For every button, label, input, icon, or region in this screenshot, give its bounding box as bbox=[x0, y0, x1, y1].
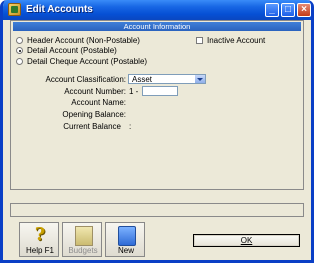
bottom-toolbar: ? Help F1 Budgets New bbox=[19, 222, 146, 257]
new-button[interactable]: New bbox=[105, 222, 145, 257]
inactive-account-label: Inactive Account bbox=[207, 36, 266, 45]
ok-button[interactable]: OK bbox=[193, 234, 300, 247]
account-number-label: Account Number: bbox=[64, 87, 126, 96]
help-button[interactable]: ? Help F1 bbox=[19, 222, 59, 257]
edit-accounts-window: Edit Accounts _ □ × Account Information … bbox=[0, 0, 314, 263]
dropdown-arrow-icon[interactable] bbox=[195, 75, 205, 83]
account-name-label: Account Name: bbox=[71, 98, 126, 107]
header-account-label: Header Account (Non-Postable) bbox=[27, 36, 140, 45]
detail-cheque-account-label: Detail Cheque Account (Postable) bbox=[27, 57, 148, 66]
status-bar bbox=[10, 203, 304, 217]
current-balance-value: : bbox=[129, 122, 132, 131]
budget-document-icon bbox=[75, 226, 93, 246]
account-classification-select[interactable]: Asset bbox=[128, 74, 206, 84]
title-bar[interactable]: Edit Accounts _ □ × bbox=[3, 0, 311, 20]
close-button[interactable]: × bbox=[297, 3, 311, 17]
detail-cheque-account-radio[interactable]: Detail Cheque Account (Postable) bbox=[16, 56, 147, 67]
opening-balance-label: Opening Balance: bbox=[62, 110, 126, 119]
inactive-account-checkbox[interactable]: Inactive Account bbox=[196, 35, 265, 46]
help-label: Help F1 bbox=[25, 246, 54, 255]
app-icon[interactable] bbox=[8, 3, 21, 16]
current-balance-label: Current Balance bbox=[63, 122, 121, 131]
maximize-button[interactable]: □ bbox=[281, 3, 295, 17]
window-title: Edit Accounts bbox=[26, 4, 93, 15]
account-information-panel: Account Information Header Account (Non-… bbox=[10, 20, 304, 190]
question-mark-icon: ? bbox=[34, 224, 46, 245]
account-number-prefix: 1 - bbox=[129, 87, 139, 96]
radio-button-icon[interactable] bbox=[16, 58, 23, 65]
new-account-icon bbox=[118, 226, 136, 246]
checkbox-icon[interactable] bbox=[196, 37, 203, 44]
radio-button-selected-icon[interactable] bbox=[16, 47, 23, 54]
new-label: New bbox=[117, 246, 134, 255]
detail-account-radio[interactable]: Detail Account (Postable) bbox=[16, 45, 117, 56]
minimize-button[interactable]: _ bbox=[265, 3, 279, 17]
budgets-button[interactable]: Budgets bbox=[62, 222, 102, 257]
budgets-label: Budgets bbox=[68, 246, 98, 255]
account-classification-label: Account Classification: bbox=[45, 75, 126, 84]
section-header: Account Information bbox=[13, 22, 301, 31]
account-classification-value: Asset bbox=[132, 75, 153, 84]
detail-account-label: Detail Account (Postable) bbox=[27, 46, 117, 55]
account-number-input[interactable] bbox=[142, 86, 178, 96]
radio-button-icon[interactable] bbox=[16, 37, 23, 44]
